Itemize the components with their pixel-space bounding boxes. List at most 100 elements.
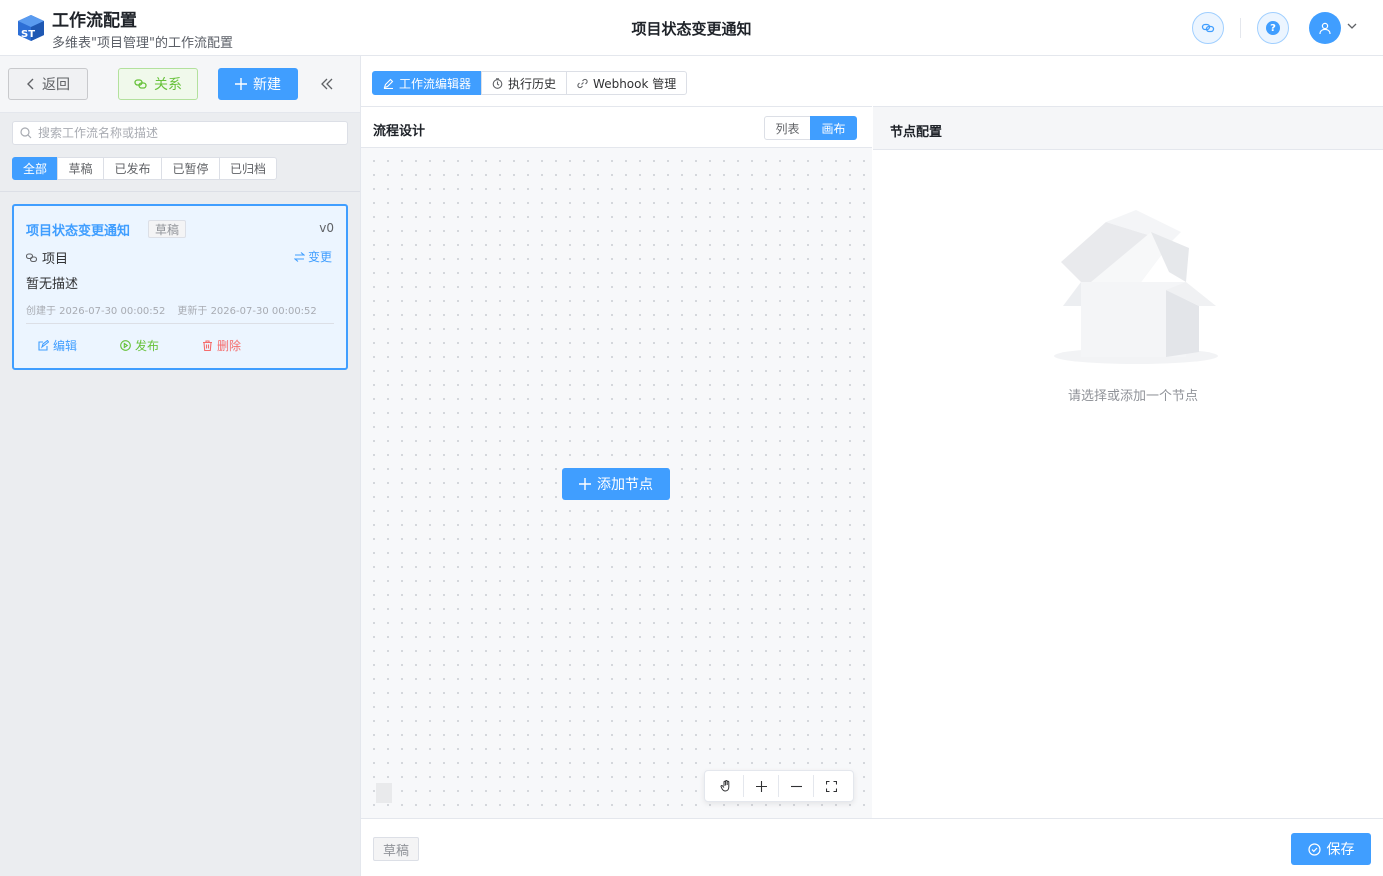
pencil-icon xyxy=(383,78,394,89)
filter-published[interactable]: 已发布 xyxy=(103,157,162,180)
clock-icon xyxy=(492,77,503,89)
hand-icon xyxy=(720,780,730,792)
header-divider xyxy=(1240,18,1241,38)
app-header: ST 工作流配置 多维表"项目管理"的工作流配置 项目状态变更通知 ? xyxy=(0,0,1383,56)
help-icon: ? xyxy=(1266,21,1280,35)
created-time: 创建于 2026-07-30 00:00:52 xyxy=(26,306,166,317)
app-subtitle: 多维表"项目管理"的工作流配置 xyxy=(52,36,233,51)
empty-hint: 请选择或添加一个节点 xyxy=(1067,389,1198,404)
view-list-button[interactable]: 列表 xyxy=(764,116,811,140)
flow-design-panel: 流程设计 列表 画布 添加节点 xyxy=(361,106,872,818)
play-circle-icon xyxy=(120,340,131,351)
new-workflow-button[interactable]: 新建 xyxy=(218,68,298,100)
flow-design-title: 流程设计 xyxy=(373,124,426,139)
card-divider xyxy=(26,323,334,324)
collapse-sidebar-icon[interactable] xyxy=(318,75,336,93)
zoom-out-button[interactable] xyxy=(779,775,814,797)
search-icon xyxy=(20,127,32,139)
save-label: 保存 xyxy=(1326,842,1355,858)
status-filter: 全部 草稿 已发布 已暂停 已归档 xyxy=(12,157,277,180)
link-icon xyxy=(577,78,588,88)
back-button[interactable]: 返回 xyxy=(8,68,88,100)
add-node-label: 添加节点 xyxy=(597,477,653,493)
plus-icon xyxy=(755,780,767,792)
workflow-sidebar: 返回 关系 新建 全部 草稿 已发布 已暂停 已归档 项目状态变更通知 xyxy=(0,56,361,876)
chevron-left-icon xyxy=(27,78,34,90)
status-badge: 草稿 xyxy=(148,220,187,238)
filter-paused[interactable]: 已暂停 xyxy=(161,157,220,180)
minimap[interactable] xyxy=(376,783,392,803)
new-label: 新建 xyxy=(253,77,281,93)
flow-canvas[interactable]: 添加节点 xyxy=(361,148,872,818)
delete-label: 删除 xyxy=(217,339,242,353)
fullscreen-icon xyxy=(826,780,837,792)
workflow-name: 项目状态变更通知 xyxy=(26,224,131,239)
filter-draft[interactable]: 草稿 xyxy=(57,157,104,180)
plus-icon xyxy=(579,478,591,490)
filter-all[interactable]: 全部 xyxy=(12,157,58,180)
app-title: 工作流配置 xyxy=(52,11,137,31)
chevron-down-icon[interactable] xyxy=(1346,20,1358,32)
workflow-table: 项目 xyxy=(26,248,68,267)
publish-label: 发布 xyxy=(135,339,160,353)
tab-workflow-editor[interactable]: 工作流编辑器 xyxy=(372,71,483,95)
workflow-version: v0 xyxy=(319,221,334,235)
editor-tabs: 工作流编辑器 执行历史 Webhook 管理 xyxy=(372,71,688,95)
minus-icon xyxy=(790,785,802,787)
workflow-status-badge: 草稿 xyxy=(373,837,420,861)
relation-label: 关系 xyxy=(154,77,182,93)
workflow-timestamps: 创建于 2026-07-30 00:00:52 更新于 2026-07-30 0… xyxy=(26,302,317,317)
tab-label: 执行历史 xyxy=(508,76,557,91)
app-logo-icon: ST xyxy=(16,13,46,43)
search-input-wrapper xyxy=(12,121,348,145)
editor-footer: 草稿 保存 xyxy=(361,818,1383,876)
publish-button[interactable]: 发布 xyxy=(120,337,159,354)
workflow-description: 暂无描述 xyxy=(26,277,79,292)
view-canvas-button[interactable]: 画布 xyxy=(810,116,857,140)
tab-label: Webhook 管理 xyxy=(593,76,677,91)
back-label: 返回 xyxy=(42,77,70,93)
empty-box-icon xyxy=(1054,210,1218,364)
edit-button[interactable]: 编辑 xyxy=(38,337,77,354)
swap-icon xyxy=(293,251,305,262)
relation-button[interactable] xyxy=(1192,12,1224,44)
workflow-card[interactable]: 项目状态变更通知 草稿 v0 项目 变更 暂无描述 创建于 2026-07-30… xyxy=(12,204,348,370)
pan-mode-button[interactable] xyxy=(709,775,744,797)
search-input[interactable] xyxy=(38,124,338,142)
add-node-button[interactable]: 添加节点 xyxy=(562,468,670,500)
relation-sidebar-button[interactable]: 关系 xyxy=(118,68,198,100)
filter-archived[interactable]: 已归档 xyxy=(219,157,277,180)
fit-view-button[interactable] xyxy=(814,775,849,797)
user-avatar[interactable] xyxy=(1309,12,1341,44)
plus-icon xyxy=(235,78,247,90)
link-icon xyxy=(134,79,147,89)
delete-button[interactable]: 删除 xyxy=(202,337,241,354)
tab-webhook[interactable]: Webhook 管理 xyxy=(566,71,688,95)
svg-text:ST: ST xyxy=(21,29,35,40)
edit-icon xyxy=(38,340,49,351)
help-button[interactable]: ? xyxy=(1257,12,1289,44)
trash-icon xyxy=(203,340,212,351)
tab-execution-history[interactable]: 执行历史 xyxy=(481,71,568,95)
view-toggle: 列表 画布 xyxy=(764,116,857,140)
sidebar-divider xyxy=(0,191,360,192)
node-config-panel: 节点配置 请选择或添加一个节点 xyxy=(873,106,1383,818)
tab-label: 工作流编辑器 xyxy=(399,76,472,91)
edit-label: 编辑 xyxy=(53,339,78,353)
updated-time: 更新于 2026-07-30 00:00:52 xyxy=(177,306,317,317)
flow-design-header: 流程设计 列表 画布 xyxy=(361,106,872,148)
change-label: 变更 xyxy=(307,250,332,264)
canvas-controls xyxy=(704,770,854,802)
node-config-header: 节点配置 xyxy=(873,106,1383,150)
workflow-table-label: 项目 xyxy=(42,252,69,267)
main-area: 工作流编辑器 执行历史 Webhook 管理 流程设计 列表 画布 添加节点 节… xyxy=(361,56,1383,876)
change-table-button[interactable]: 变更 xyxy=(293,248,332,265)
sidebar-toolbar: 返回 关系 新建 xyxy=(0,56,360,113)
node-config-title: 节点配置 xyxy=(890,125,943,140)
link-icon xyxy=(26,252,38,262)
check-circle-icon xyxy=(1307,842,1321,856)
link-icon xyxy=(1201,23,1215,33)
user-icon xyxy=(1319,22,1331,35)
save-button[interactable]: 保存 xyxy=(1291,833,1371,865)
zoom-in-button[interactable] xyxy=(744,775,779,797)
